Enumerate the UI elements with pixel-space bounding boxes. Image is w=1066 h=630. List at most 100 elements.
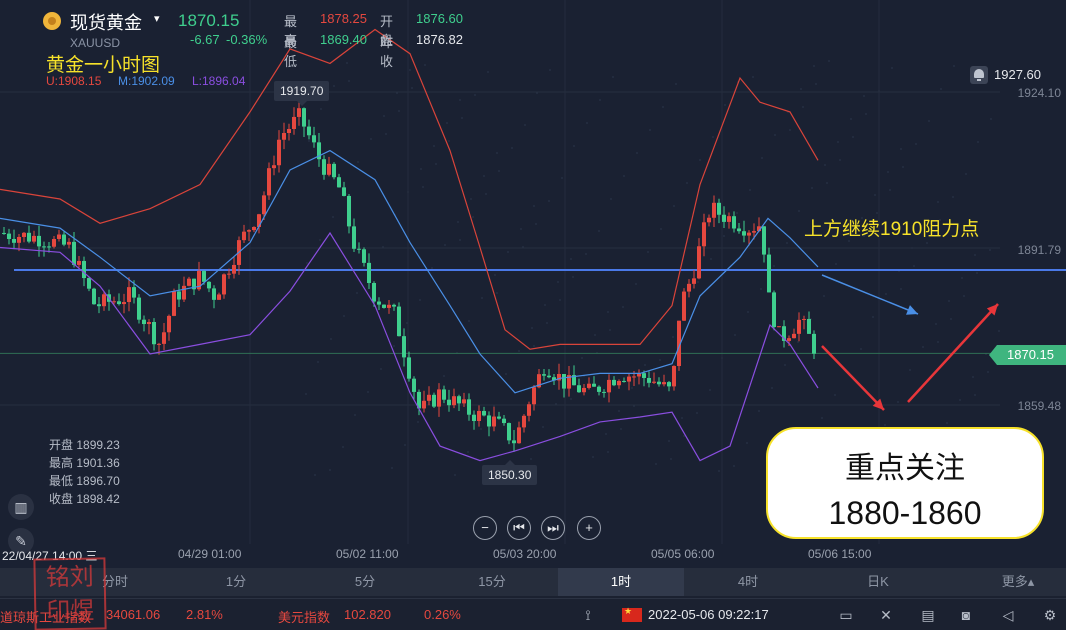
jump-first-button[interactable]: ⏮: [507, 516, 531, 540]
candle-body: [422, 400, 426, 409]
map-dot: [813, 65, 815, 67]
band-upper-legend: U:1908.15: [46, 74, 102, 88]
screen-share-icon[interactable]: ▭: [836, 607, 856, 623]
candle-body: [602, 391, 606, 393]
map-dot: [485, 193, 487, 195]
indicator-tool-icon[interactable]: ▥: [8, 494, 34, 520]
map-dot: [383, 115, 385, 117]
chevron-down-icon[interactable]: ▾: [154, 12, 160, 25]
candle-body: [617, 380, 621, 386]
zoom-out-button[interactable]: −: [473, 516, 497, 540]
tab-timeframe-day[interactable]: 日K: [838, 568, 918, 596]
candle-body: [482, 410, 486, 416]
map-dot: [884, 424, 886, 426]
band-lower-legend: L:1896.04: [192, 74, 246, 88]
candle-body: [132, 287, 136, 298]
candle-body: [212, 288, 216, 300]
map-dot: [454, 474, 456, 476]
map-dot: [860, 348, 862, 350]
map-dot: [872, 316, 874, 318]
tab-timeframe-5m[interactable]: 5分: [325, 568, 405, 596]
candle-body: [517, 427, 521, 444]
mute-icon[interactable]: ◁: [998, 607, 1018, 623]
candle-body: [752, 231, 756, 233]
map-dot: [505, 373, 507, 375]
candle-body: [697, 246, 701, 279]
ohlc-low: 1896.70: [76, 474, 120, 488]
candle-body: [657, 381, 661, 385]
candle-body: [362, 249, 366, 263]
candle-body: [22, 232, 26, 237]
map-dot: [308, 140, 310, 142]
map-dot: [723, 235, 725, 237]
candle-body: [542, 374, 546, 376]
candle-body: [42, 246, 46, 248]
price-change: -6.67: [190, 32, 220, 47]
map-dot: [609, 329, 611, 331]
map-dot: [380, 368, 382, 370]
tab-timeframe-15m[interactable]: 15分: [452, 568, 532, 596]
candle-body: [282, 133, 286, 140]
map-dot: [542, 426, 544, 428]
map-dot: [660, 228, 662, 230]
map-dot: [900, 288, 902, 290]
print-icon[interactable]: ▤: [918, 607, 938, 623]
map-dot: [863, 95, 865, 97]
map-dot: [404, 444, 406, 446]
usd-index-pct: 0.26%: [424, 607, 461, 622]
prev-close-label: 昨收: [380, 35, 394, 69]
map-dot: [329, 469, 331, 471]
map-dot: [821, 417, 823, 419]
candle-body: [387, 304, 391, 308]
price-alert[interactable]: 1927.60: [968, 64, 1066, 86]
map-dot: [672, 336, 674, 338]
candle-body: [367, 262, 371, 283]
zoom-in-button[interactable]: +: [577, 516, 601, 540]
instrument-name[interactable]: 现货黄金: [70, 9, 142, 35]
candle-body: [802, 318, 806, 320]
candle-body: [472, 414, 476, 422]
candle-body: [562, 373, 566, 389]
map-dot: [419, 299, 421, 301]
candle-body: [547, 375, 551, 378]
map-dot: [496, 152, 498, 154]
usd-index-name[interactable]: 美元指数: [278, 607, 330, 626]
tab-timeframe-4h[interactable]: 4时: [708, 568, 788, 596]
candle-body: [712, 202, 716, 218]
candle-body: [797, 319, 801, 334]
candle-body: [467, 399, 471, 415]
y-tick-label: 1924.10: [1017, 86, 1061, 100]
map-dot: [734, 334, 736, 336]
high-callout: 1919.70: [274, 81, 330, 106]
focus-range-box: 重点关注 1880-1860: [766, 427, 1044, 539]
map-dot: [610, 198, 612, 200]
satellite-icon[interactable]: ⟟: [578, 607, 598, 623]
tools-icon[interactable]: ✕: [876, 607, 896, 623]
candle-body: [147, 322, 151, 325]
map-dot: [976, 272, 978, 274]
map-dot: [559, 299, 561, 301]
x-tick-label: 05/05 06:00: [651, 547, 715, 561]
map-dot: [320, 108, 322, 110]
tab-timeframe-1m[interactable]: 1分: [196, 568, 276, 596]
map-dot: [724, 104, 726, 106]
candle-body: [97, 304, 101, 307]
candle-body: [7, 233, 11, 240]
x-tick-label: 05/06 15:00: [808, 547, 872, 561]
jump-last-button[interactable]: ⏭: [541, 516, 565, 540]
chart-area[interactable]: 现货黄金 ▾ XAUUSD 1870.15 -6.67 -0.36% 最高 18…: [0, 0, 1066, 568]
candle-body: [272, 165, 276, 169]
settings-gear-icon[interactable]: ⚙: [1040, 607, 1060, 623]
tab-timeframe-more[interactable]: 更多▴: [978, 568, 1058, 596]
map-dot: [926, 242, 928, 244]
map-dot: [948, 300, 950, 302]
bell-icon[interactable]: [970, 66, 988, 84]
map-dot: [940, 88, 942, 90]
tab-timeframe-1h[interactable]: 1时: [558, 568, 684, 596]
map-dot: [422, 186, 424, 188]
map-dot: [498, 170, 500, 172]
map-dot: [798, 210, 800, 212]
y-tick-label: 1891.79: [1017, 243, 1061, 257]
camera-icon[interactable]: ◙: [956, 607, 976, 623]
y-axis-top-value: 1927.60: [994, 67, 1041, 82]
